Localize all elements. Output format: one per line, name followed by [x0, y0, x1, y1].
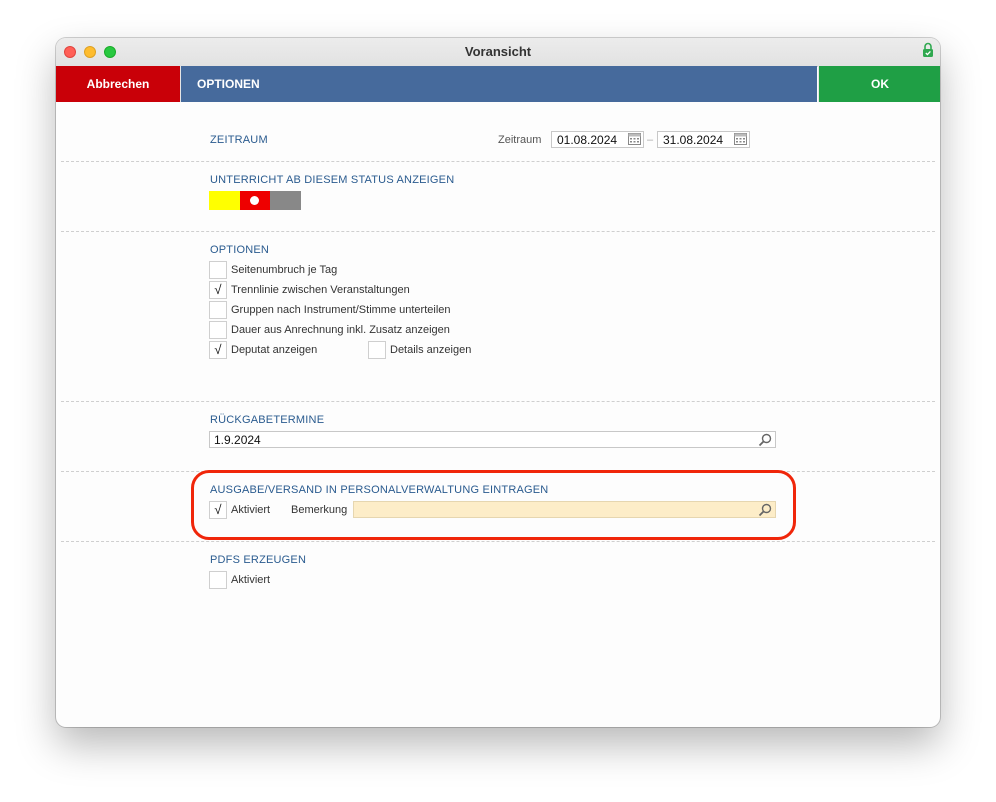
label-details: Details anzeigen	[390, 344, 472, 356]
section-divider	[61, 231, 935, 232]
status-gray-swatch[interactable]	[270, 191, 301, 210]
window-title: Voransicht	[464, 44, 532, 59]
section-title-status: UNTERRICHT AB DIESEM STATUS ANZEIGEN	[210, 174, 455, 186]
ok-button[interactable]: OK	[818, 66, 940, 102]
label-pdfs-aktiviert: Aktiviert	[231, 574, 271, 586]
cancel-button[interactable]: Abbrechen	[56, 66, 180, 102]
action-toolbar: Abbrechen OPTIONEN OK	[56, 66, 940, 102]
status-yellow-swatch[interactable]	[209, 191, 240, 210]
checkbox-ausgabe-aktiviert[interactable]: √	[209, 501, 227, 519]
section-title-ausgabe: AUSGABE/VERSAND IN PERSONALVERWALTUNG EI…	[210, 484, 549, 496]
label-ausgabe-aktiviert: Aktiviert	[231, 504, 271, 516]
label-trennlinie: Trennlinie zwischen Veranstaltungen	[231, 284, 410, 296]
checkbox-deputat[interactable]: √	[209, 341, 227, 359]
search-icon[interactable]	[758, 503, 772, 517]
section-divider	[61, 161, 935, 162]
voransicht-window: Voransicht Abbrechen OPTIONEN OK ZEITRAU…	[56, 38, 940, 727]
checkbox-trennlinie[interactable]: √	[209, 281, 227, 299]
date-from-value: 01.08.2024	[557, 133, 618, 147]
zeitraum-label: Zeitraum	[498, 134, 542, 146]
rueckgabe-field[interactable]: 1.9.2024	[209, 431, 776, 448]
section-title-zeitraum: ZEITRAUM	[210, 134, 268, 146]
search-icon[interactable]	[758, 433, 772, 447]
date-to-field[interactable]: 31.08.2024	[657, 131, 750, 148]
checkbox-gruppen[interactable]	[209, 301, 227, 319]
rueckgabe-value: 1.9.2024	[214, 433, 261, 447]
calendar-icon[interactable]	[628, 133, 641, 145]
calendar-icon[interactable]	[734, 133, 747, 145]
label-gruppen: Gruppen nach Instrument/Stimme unterteil…	[231, 304, 451, 316]
lock-icon	[923, 42, 933, 57]
section-divider	[61, 401, 935, 402]
checkbox-pdfs-aktiviert[interactable]	[209, 571, 227, 589]
label-bemerkung: Bemerkung	[291, 504, 348, 516]
options-header: OPTIONEN	[180, 66, 817, 102]
section-title-optionen: OPTIONEN	[210, 244, 270, 256]
section-divider	[61, 541, 935, 542]
title-bar: Voransicht	[56, 38, 940, 67]
section-divider	[61, 471, 935, 472]
checkbox-seitenumbruch[interactable]	[209, 261, 227, 279]
bemerkung-field[interactable]	[353, 501, 776, 518]
checkbox-details[interactable]	[368, 341, 386, 359]
section-title-rueckgabe: RÜCKGABETERMINE	[210, 414, 325, 426]
label-seitenumbruch: Seitenumbruch je Tag	[231, 264, 338, 276]
date-to-value: 31.08.2024	[663, 133, 724, 147]
status-red-swatch[interactable]	[240, 191, 270, 210]
checkbox-dauer[interactable]	[209, 321, 227, 339]
date-range-separator: –	[647, 134, 654, 146]
section-title-pdfs: PDFS ERZEUGEN	[210, 554, 307, 566]
label-dauer: Dauer aus Anrechnung inkl. Zusatz anzeig…	[231, 324, 450, 336]
label-deputat: Deputat anzeigen	[231, 344, 318, 356]
selected-dot-icon	[250, 196, 259, 205]
date-from-field[interactable]: 01.08.2024	[551, 131, 644, 148]
